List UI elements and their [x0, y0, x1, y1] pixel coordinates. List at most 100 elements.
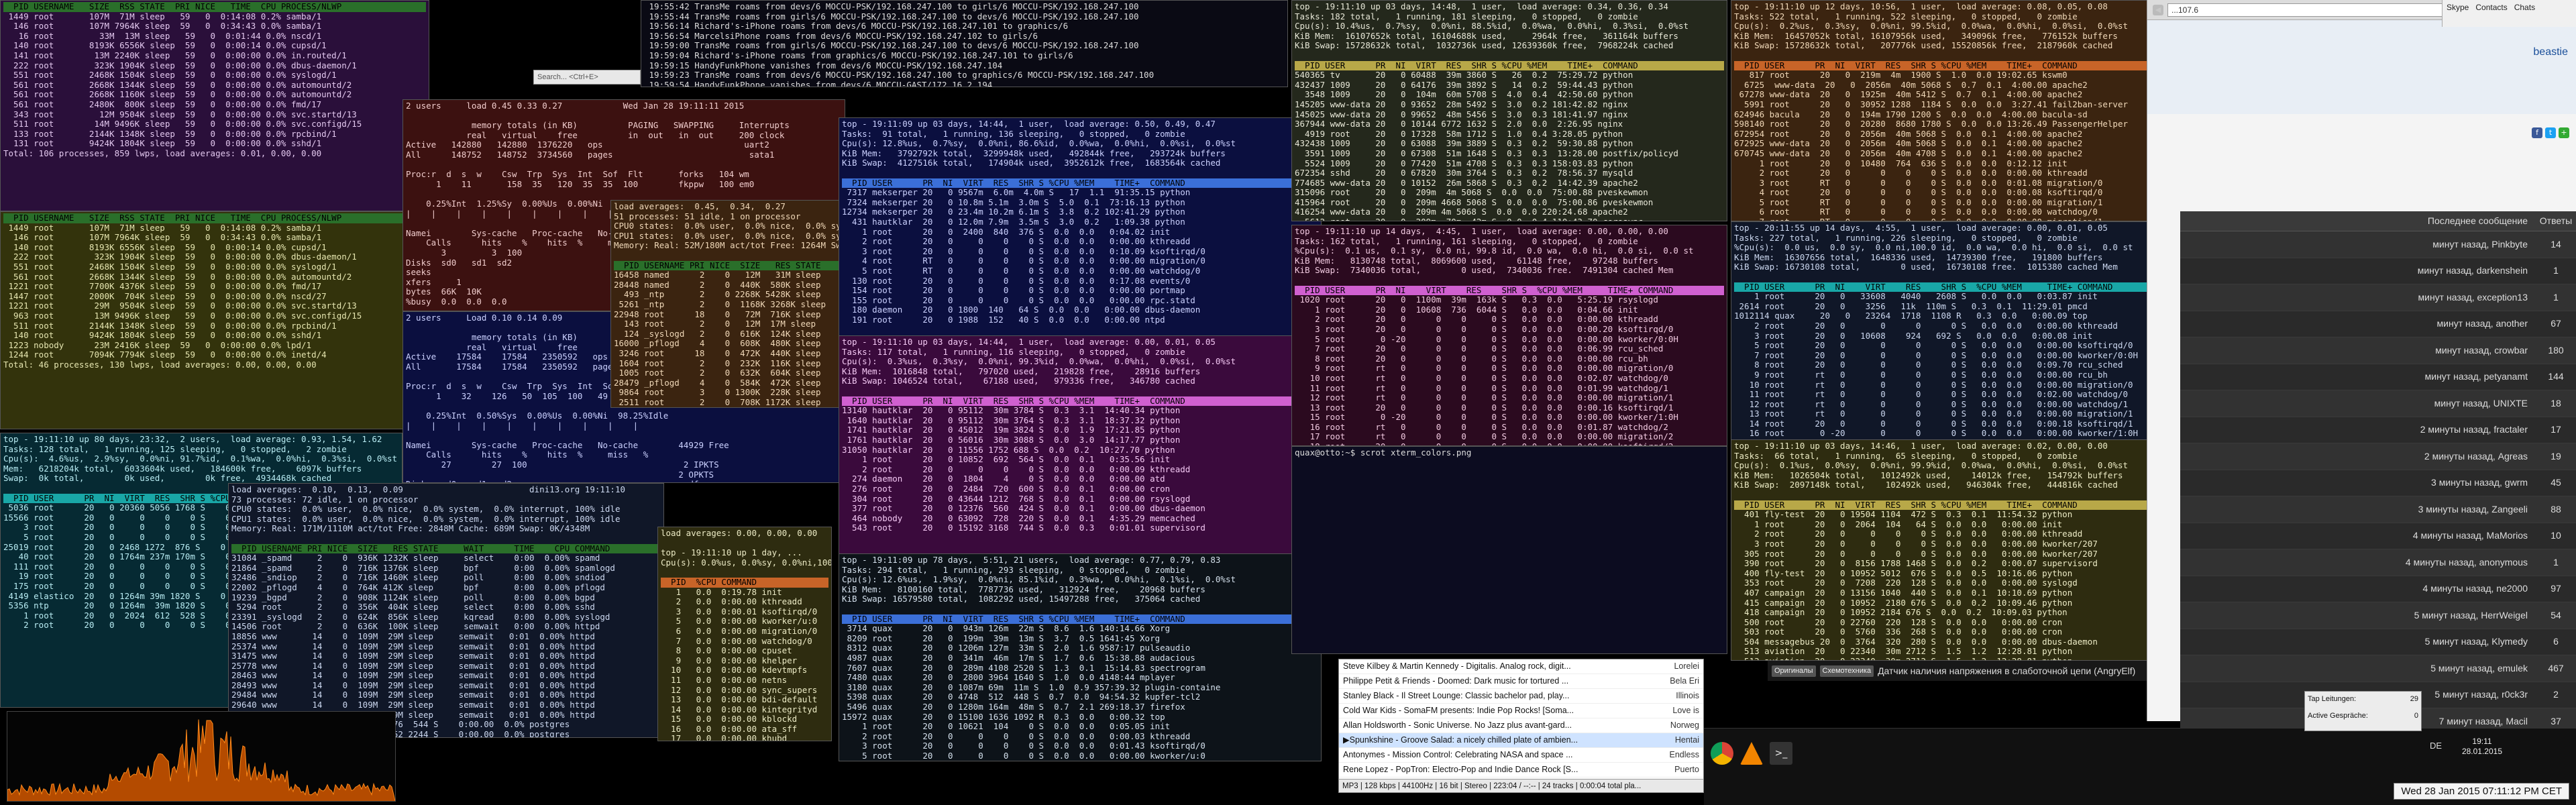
last-message[interactable]: минут назад, Pinkbyte — [2180, 239, 2536, 250]
last-message[interactable]: минут назад, petyanamt — [2180, 372, 2536, 382]
playlist-entry[interactable]: Rene Lopez - PopTron: Electro-Pop and In… — [1339, 763, 1703, 777]
thread-row[interactable]: минут назад, UNIXTE 18 — [2180, 390, 2576, 417]
thread-row[interactable]: 2 минуты назад, fractaler 17 — [2180, 417, 2576, 443]
tray-clock[interactable]: 19:11 28.01.2015 — [2462, 737, 2502, 757]
terminal-shell-scrot[interactable]: quax@otto:~$ scrot xterm_colors.png — [1291, 446, 1727, 654]
terminal-line: load averages: 0.10, 0.13, 0.09 dini13.o… — [231, 484, 625, 494]
chrome-icon[interactable] — [1711, 742, 1733, 765]
terminal-linux-top-rsyslogd[interactable]: top - 19:11:10 up 14 days, 4:45, 1 user,… — [1291, 225, 1727, 446]
last-message[interactable]: 5 минут назад, emulek — [2180, 663, 2536, 674]
thread-row[interactable]: минут назад, another 67 — [2180, 311, 2576, 337]
thread-row[interactable]: 3 минуты назад, Zangeeli 88 — [2180, 496, 2576, 523]
thread-row[interactable]: 4 минуты назад, MaMorios 10 — [2180, 523, 2576, 549]
thread-row[interactable]: минут назад, Pinkbyte 14 — [2180, 231, 2576, 258]
terminal-line: 29640 www 14 0 109M 29M sleep semwait 0:… — [231, 700, 595, 710]
reply-count: 180 — [2548, 344, 2564, 356]
playlist-entry[interactable]: Steve Kilbey & Martin Kennedy - Digitali… — [1339, 659, 1703, 674]
last-message[interactable]: минут назад, darkenshein — [2180, 266, 2536, 276]
terminal-linux-top-aviation[interactable]: top - 19:11:10 up 03 days, 14:46, 1 user… — [1731, 439, 2160, 661]
menu-item-skype[interactable]: Skype — [2447, 3, 2469, 13]
topic-tag[interactable]: Схемотехника — [1819, 665, 1874, 677]
terminal-line: KiB Mem: 1016848 total, 797020 used, 219… — [842, 366, 1201, 376]
last-message[interactable]: 4 минуты назад, anonymous — [2180, 557, 2536, 568]
topic-tag[interactable]: Оригиналы — [1772, 665, 1816, 677]
thread-row[interactable]: минут назад, exception13 1 — [2180, 284, 2576, 311]
vlc-icon[interactable] — [1740, 742, 1763, 765]
last-message[interactable]: минут назад, exception13 — [2180, 292, 2536, 303]
last-message[interactable]: 4 минуты назад, MaMorios — [2180, 531, 2536, 541]
search-box[interactable]: Search... <Ctrl+E> — [533, 70, 641, 85]
terminal-openbsd-top-dini13[interactable]: load averages: 0.10, 0.13, 0.09 dini13.o… — [228, 483, 664, 738]
thread-row[interactable]: минут назад, darkenshein 1 — [2180, 258, 2576, 284]
terminal-roaming-log[interactable]: 19:55:42 TransMe roams from devs/6 MOCCU… — [641, 0, 1288, 87]
process-table-header: PID %CPU COMMAND — [661, 577, 828, 588]
thread-row[interactable]: 5 минут назад, HerrWeigel 54 — [2180, 602, 2576, 629]
reply-count: 10 — [2551, 530, 2561, 541]
terminal-linux-top-hautklar[interactable]: top - 19:11:10 up 03 days, 14:44, 1 user… — [839, 335, 1322, 590]
menu-item-contacts[interactable]: Contacts — [2475, 3, 2507, 13]
terminal-line: KiB Swap: 16579580 total, 1082292 used, … — [842, 594, 1201, 604]
terminal-line: 5 root 20 0 0 0 0 S 0.0 0.0 0:00.00 kwor… — [842, 750, 1205, 761]
site-logo[interactable]: beastie — [2533, 47, 2568, 58]
playlist-entry[interactable]: Cold War Kids - SomaFM presents: Indie P… — [1339, 704, 1703, 718]
last-message[interactable]: 5 минут назад, HerrWeigel — [2180, 610, 2536, 621]
share-icon[interactable]: f — [2532, 127, 2542, 138]
audacious-playlist[interactable]: Steve Kilbey & Martin Kennedy - Digitali… — [1338, 659, 1704, 793]
last-message[interactable]: минут назад, crowbar — [2180, 345, 2536, 356]
thread-row[interactable]: 4 минуты назад, ne2000 97 — [2180, 576, 2576, 602]
thread-row[interactable]: минут назад, crowbar 180 — [2180, 337, 2576, 364]
menu-item-chats[interactable]: Chats — [2514, 3, 2535, 13]
terminal-line: 14506 root 2 0 636K 100K sleep semwait 0… — [231, 621, 600, 632]
terminal-linux-top-pmcd[interactable]: top - 20:11:55 up 14 days, 4:55, 1 user,… — [1731, 221, 2160, 443]
terminal-line: 1244 root 7094K 7794K sleep 59 0 0:00:00… — [3, 350, 327, 360]
terminal-line: 5612 root 20 0 209m 70m 42m S 0.0 0.4 11… — [1295, 217, 1724, 221]
terminal-linux-top-nginx[interactable]: top - 19:11:10 up 03 days, 14:48, 1 user… — [1291, 0, 1727, 221]
thread-row[interactable]: 2 минуты назад, Agreas 19 — [2180, 443, 2576, 470]
column-replies[interactable]: Ответы — [2536, 216, 2576, 226]
playlist-entry[interactable]: Antonymes - Mission Control: Celebrating… — [1339, 748, 1703, 763]
forum-topic-row[interactable]: Оригиналы Схемотехника Датчик наличия на… — [1768, 661, 2147, 681]
reply-count: 37 — [2551, 715, 2561, 727]
share-icon[interactable]: t — [2545, 127, 2556, 138]
terminal-top-small[interactable]: load averages: 0.00, 0.00, 0.00 top - 19… — [657, 527, 832, 741]
last-message[interactable]: 4 минуты назад, ne2000 — [2180, 584, 2536, 594]
column-last-message[interactable]: Последнее сообщение — [2180, 216, 2536, 226]
playlist-entry[interactable]: ▶ Spunkshine - Groove Salad: a nicely ch… — [1339, 733, 1703, 748]
terminal-linux-top-apache[interactable]: top - 19:11:10 up 12 days, 10:56, 1 user… — [1731, 0, 2160, 221]
last-message[interactable]: 2 минуты назад, fractaler — [2180, 425, 2536, 435]
terminal-line: 28493 www 14 0 109M 29M sleep semwait 0:… — [231, 680, 595, 690]
thread-row[interactable]: 3 минуты назад, gwrm 45 — [2180, 470, 2576, 496]
terminal-line: 11 root rt 0 0 0 0 S 0.0 0.0 0:02.00 wat… — [1734, 389, 2128, 400]
playlist-entry[interactable]: Allan Holdsworth - Sonic Universe. No Ja… — [1339, 718, 1703, 733]
terminal-line: 9 0.0 0:00.00 khelper — [661, 655, 798, 665]
thread-row[interactable]: 5 минут назад, emulek 467 — [2180, 655, 2576, 682]
terminal-icon[interactable]: >_ — [1770, 742, 1792, 765]
last-message[interactable]: 5 минут назад, Klymedy — [2180, 637, 2536, 647]
last-message[interactable]: 2 минуты назад, Agreas — [2180, 451, 2536, 462]
last-message[interactable]: минут назад, another — [2180, 319, 2536, 329]
keyboard-layout[interactable]: DE — [2430, 741, 2442, 751]
last-message[interactable]: минут назад, UNIXTE — [2180, 398, 2536, 409]
terminal-prstat-bottom[interactable]: PID USERNAME SIZE RSS STATE PRI NICE TIM… — [0, 211, 429, 429]
terminal-line: 2 root 20 0 0 0 0 S 0.0 0.0 0:00.00 kthr… — [842, 236, 1191, 247]
terminal-line: 19:59:23 TransMe roams from devs/6 MOCCU… — [644, 70, 1155, 80]
last-message[interactable]: 3 минуты назад, Zangeeli — [2180, 504, 2536, 515]
terminal-prstat-top[interactable]: PID USERNAME SIZE RSS STATE PRI NICE TIM… — [0, 0, 429, 211]
last-message[interactable]: 3 минуты назад, gwrm — [2180, 478, 2536, 488]
terminal-line: 1 root 20 0 2064 104 64 S 0.0 0.0 0:00.0… — [1734, 519, 2063, 529]
topic-title[interactable]: Датчик наличия напряжения в слаботочной … — [1878, 665, 2135, 676]
thread-row[interactable]: 4 минуты назад, anonymous 1 — [2180, 549, 2576, 576]
terminal-line: 400 fly-test 20 0 10952 5012 676 S 0.0 0… — [1734, 568, 2073, 578]
full-clock[interactable]: Wed 28 Jan 2015 07:11:12 PM CET — [2394, 783, 2569, 800]
thread-row[interactable]: 5 минут назад, Klymedy 6 — [2180, 629, 2576, 655]
playlist-entry[interactable]: Philippe Petit & Friends - Doomed: Dark … — [1339, 674, 1703, 689]
back-icon[interactable]: ◀ — [2153, 4, 2163, 15]
thread-row[interactable]: минут назад, petyanamt 144 — [2180, 364, 2576, 390]
terminal-linux-top-quax[interactable]: top - 19:11:09 up 78 days, 5:51, 21 user… — [839, 553, 1322, 761]
share-icon[interactable]: + — [2559, 127, 2569, 138]
playlist-entry[interactable]: Stanley Black - Il Street Lounge: Classi… — [1339, 689, 1703, 704]
terminal-line: 2 root 20 0 0 0 0 S 0.0 0.0 0:00.09 kthr… — [842, 464, 1191, 474]
terminal-line: 22002 _pflogd 4 0 764K 412K sleep bpf 0:… — [231, 582, 605, 592]
terminal-line: 551 root 2468K 1504K sleep 59 0 0:00:00 … — [3, 70, 337, 80]
